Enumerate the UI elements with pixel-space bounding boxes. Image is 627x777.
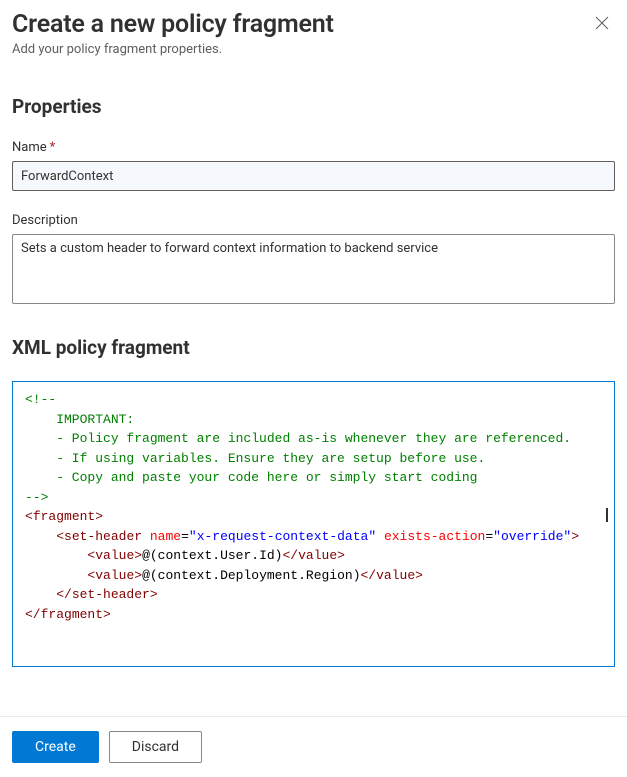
- code-text: =: [181, 529, 189, 544]
- code-text: =: [485, 529, 493, 544]
- code-tag: >: [571, 529, 579, 544]
- required-asterisk: *: [50, 140, 56, 155]
- code-text: @(context.Deployment.Region): [142, 568, 360, 583]
- code-attr-val: "override": [493, 529, 571, 544]
- code-tag: >: [337, 548, 345, 563]
- code-tag: </: [56, 587, 72, 602]
- code-tag: value: [95, 548, 134, 563]
- code-attr-val: "x-request-context-data": [189, 529, 376, 544]
- editor-cursor: [606, 508, 608, 522]
- xml-code-editor[interactable]: <!-- IMPORTANT: - Policy fragment are in…: [12, 381, 615, 667]
- code-tag: set-header: [64, 529, 142, 544]
- code-tag: </: [361, 568, 377, 583]
- code-comment: IMPORTANT:: [25, 412, 134, 427]
- panel-title: Create a new policy fragment: [12, 10, 334, 39]
- code-tag: <: [25, 509, 33, 524]
- code-content: <!-- IMPORTANT: - Policy fragment are in…: [25, 390, 614, 624]
- description-label: Description: [12, 213, 615, 228]
- properties-heading: Properties: [12, 95, 615, 118]
- code-tag: >: [95, 509, 103, 524]
- code-tag: >: [134, 548, 142, 563]
- code-attr: name: [150, 529, 181, 544]
- code-tag: >: [134, 568, 142, 583]
- code-tag: </: [25, 607, 41, 622]
- xml-heading: XML policy fragment: [12, 336, 615, 359]
- code-attr: exists-action: [384, 529, 485, 544]
- description-input[interactable]: Sets a custom header to forward context …: [12, 234, 615, 304]
- code-tag: value: [376, 568, 415, 583]
- code-tag: </: [283, 548, 299, 563]
- code-tag: fragment: [33, 509, 95, 524]
- footer: Create Discard: [0, 716, 627, 777]
- code-comment: -->: [25, 490, 48, 505]
- code-tag: set-header: [72, 587, 150, 602]
- name-label-text: Name: [12, 140, 47, 155]
- close-icon: [595, 16, 609, 30]
- name-label: Name*: [12, 140, 615, 155]
- code-tag: <: [56, 529, 64, 544]
- name-input[interactable]: [12, 161, 615, 191]
- code-tag: >: [150, 587, 158, 602]
- discard-button[interactable]: Discard: [109, 731, 202, 763]
- code-tag: >: [103, 607, 111, 622]
- code-comment: - Policy fragment are included as-is whe…: [25, 431, 571, 446]
- code-text: @(context.User.Id): [142, 548, 282, 563]
- code-tag: >: [415, 568, 423, 583]
- close-button[interactable]: [589, 10, 615, 40]
- code-tag: value: [298, 548, 337, 563]
- code-comment: - Copy and paste your code here or simpl…: [25, 470, 477, 485]
- code-comment: - If using variables. Ensure they are se…: [25, 451, 485, 466]
- code-tag: value: [95, 568, 134, 583]
- code-comment: <!--: [25, 392, 56, 407]
- panel-subtitle: Add your policy fragment properties.: [12, 42, 615, 57]
- code-tag: fragment: [41, 607, 103, 622]
- create-button[interactable]: Create: [12, 731, 99, 763]
